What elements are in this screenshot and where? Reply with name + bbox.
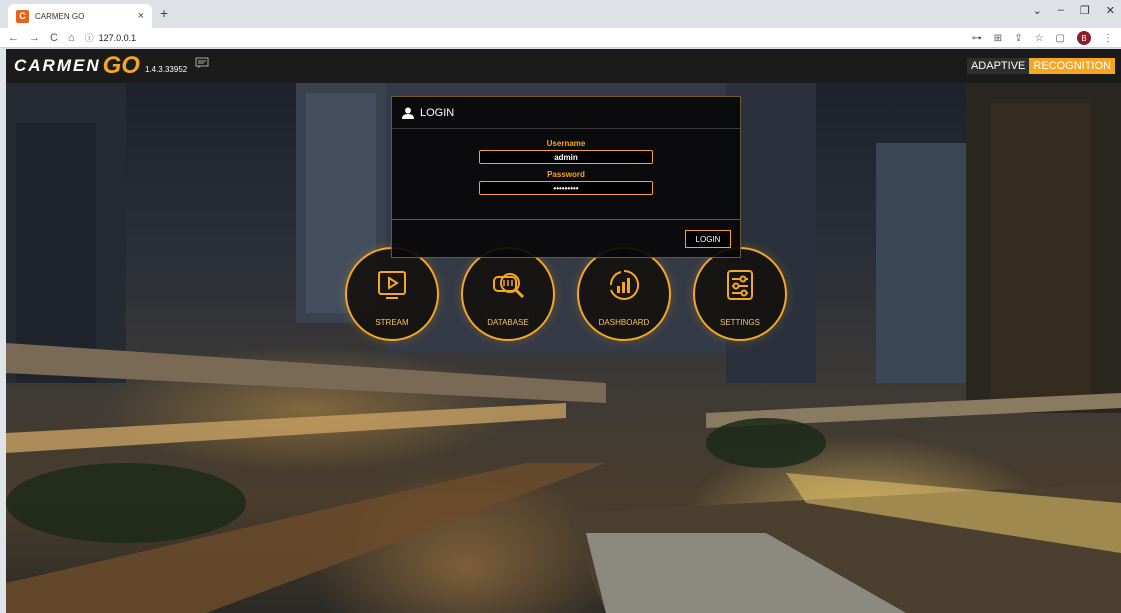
close-window-button[interactable]: ✕ (1106, 4, 1115, 17)
login-button[interactable]: LOGIN (685, 230, 731, 248)
carmen-logo: CARMEN (14, 56, 101, 75)
tab-close-icon[interactable]: × (138, 10, 144, 22)
stream-label: STREAM (375, 318, 409, 327)
username-field[interactable] (479, 150, 653, 164)
database-menu-button[interactable]: DATABASE (461, 247, 555, 341)
share-icon[interactable]: ⇪ (1014, 33, 1022, 44)
app-viewport: CARMEN GO 1.4.3.33952 ADAPTIVE RECOGNITI… (6, 49, 1121, 613)
login-form: Username Password (392, 129, 740, 219)
window-controls: ⌄ – ❐ ✕ (1033, 4, 1115, 17)
profile-avatar[interactable]: B (1077, 31, 1091, 45)
database-search-icon (493, 273, 525, 299)
settings-label: SETTINGS (719, 318, 760, 327)
play-screen-icon (378, 271, 406, 299)
adaptive-recognition-brand: ADAPTIVE RECOGNITION (966, 58, 1115, 74)
password-field[interactable] (479, 181, 653, 195)
menu-dots-icon[interactable]: ⋮ (1103, 33, 1113, 44)
login-title: LOGIN (420, 106, 455, 119)
back-arrow-icon[interactable]: ← (8, 32, 19, 44)
user-icon (402, 107, 414, 119)
version-label: 1.4.3.33952 (144, 64, 188, 74)
maximize-button[interactable]: ❐ (1080, 4, 1090, 17)
carmen-favicon-icon: C (16, 9, 29, 23)
app-header: CARMEN GO 1.4.3.33952 ADAPTIVE RECOGNITI… (6, 49, 1121, 83)
browser-tabstrip: C CARMEN GO × + ⌄ – ❐ ✕ (0, 0, 1121, 28)
dashboard-menu-button[interactable]: DASHBOARD (577, 247, 671, 341)
key-icon[interactable]: ⊶ (972, 33, 982, 44)
address-bar: ← → C ⌂ ⓘ 127.0.0.1 ⊶ ⊞ ⇪ ☆ ▢ B ⋮ (0, 28, 1121, 48)
forward-arrow-icon[interactable]: → (29, 32, 40, 44)
toolbar-icons: ⊶ ⊞ ⇪ ☆ ▢ B ⋮ (972, 31, 1113, 45)
dashboard-label: DASHBOARD (598, 318, 650, 327)
browser-tab[interactable]: C CARMEN GO × (8, 4, 152, 28)
stream-menu-button[interactable]: STREAM (345, 247, 439, 341)
password-label: Password (547, 170, 585, 179)
new-tab-button[interactable]: + (160, 5, 168, 21)
chart-gauge-icon (609, 269, 640, 300)
go-logo: GO (102, 52, 140, 79)
settings-menu-button[interactable]: SETTINGS (693, 247, 787, 341)
minimize-button[interactable]: – (1058, 4, 1064, 17)
sliders-icon (727, 270, 753, 300)
tab-search-icon[interactable]: ⌄ (1033, 4, 1042, 17)
login-header: LOGIN (392, 97, 740, 129)
home-icon[interactable]: ⌂ (68, 32, 75, 44)
url-field[interactable]: 127.0.0.1 (99, 33, 137, 43)
brand-adaptive: ADAPTIVE (966, 58, 1030, 74)
feedback-icon[interactable] (195, 57, 209, 69)
reload-icon[interactable]: C (50, 32, 58, 44)
database-label: DATABASE (487, 318, 529, 327)
login-divider (392, 219, 740, 220)
tab-title: CARMEN GO (35, 11, 85, 21)
info-icon[interactable]: ⓘ (85, 31, 94, 44)
star-icon[interactable]: ☆ (1035, 33, 1044, 44)
username-label: Username (546, 139, 586, 148)
sidebar-icon[interactable]: ▢ (1056, 33, 1065, 44)
login-dialog: LOGIN Username Password LOGIN (391, 96, 741, 258)
translate-icon[interactable]: ⊞ (994, 33, 1002, 44)
brand-recognition: RECOGNITION (1029, 58, 1115, 74)
